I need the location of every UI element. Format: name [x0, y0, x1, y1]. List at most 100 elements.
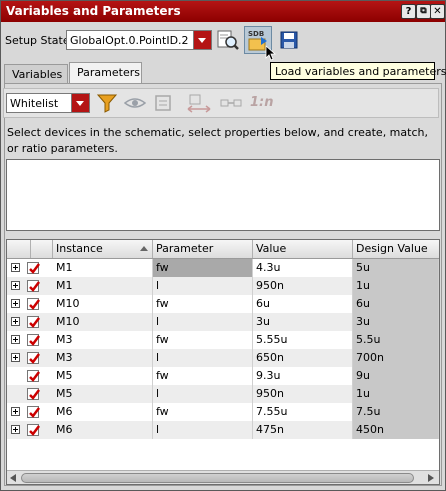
- value-cell[interactable]: 3u: [253, 313, 353, 331]
- value-cell[interactable]: 475n: [253, 421, 353, 439]
- value-cell[interactable]: 7.55u: [253, 403, 353, 421]
- design-value-cell[interactable]: 700n: [353, 349, 439, 367]
- value-cell[interactable]: 950n: [253, 385, 353, 403]
- row-checkbox[interactable]: [27, 280, 40, 292]
- svg-text:SDB: SDB: [248, 30, 264, 38]
- parameter-cell[interactable]: fw: [153, 295, 253, 313]
- value-cell[interactable]: 950n: [253, 277, 353, 295]
- parameter-cell[interactable]: l: [153, 421, 253, 439]
- instance-cell[interactable]: M1: [53, 277, 153, 295]
- chevron-down-icon[interactable]: [193, 31, 211, 49]
- parameter-cell[interactable]: fw: [153, 259, 253, 277]
- value-cell[interactable]: 5.55u: [253, 331, 353, 349]
- design-value-cell[interactable]: 6u: [353, 295, 439, 313]
- design-value-cell[interactable]: 9u: [353, 367, 439, 385]
- design-value-cell[interactable]: 1u: [353, 277, 439, 295]
- column-header-value[interactable]: Value: [253, 240, 353, 258]
- filter-icon[interactable]: [96, 93, 118, 113]
- expand-column-header: [7, 240, 31, 258]
- row-checkbox[interactable]: [27, 298, 40, 310]
- expand-icon[interactable]: [11, 407, 20, 416]
- instance-cell[interactable]: M5: [53, 385, 153, 403]
- restore-button[interactable]: ⧉: [416, 4, 431, 19]
- row-checkbox[interactable]: [27, 352, 40, 364]
- table-row[interactable]: M6 fw 7.55u 7.5u: [7, 403, 439, 421]
- instance-cell[interactable]: M6: [53, 421, 153, 439]
- setup-state-combo[interactable]: GlobalOpt.0.PointID.2: [66, 30, 212, 50]
- parameter-cell[interactable]: fw: [153, 331, 253, 349]
- design-value-cell[interactable]: 5.5u: [353, 331, 439, 349]
- help-button[interactable]: ?: [401, 4, 416, 19]
- match-parameter-icon[interactable]: [186, 94, 212, 114]
- value-cell[interactable]: 4.3u: [253, 259, 353, 277]
- expand-icon[interactable]: [11, 353, 20, 362]
- eye-icon[interactable]: [123, 95, 147, 111]
- column-header-parameter[interactable]: Parameter: [153, 240, 253, 258]
- parameter-cell[interactable]: fw: [153, 403, 253, 421]
- table-row[interactable]: M5 fw 9.3u 9u: [7, 367, 439, 385]
- parameter-cell[interactable]: l: [153, 277, 253, 295]
- horizontal-scrollbar[interactable]: [7, 470, 439, 484]
- row-checkbox[interactable]: [27, 406, 40, 418]
- expand-icon[interactable]: [11, 335, 20, 344]
- link-icon[interactable]: [220, 96, 242, 110]
- table-row[interactable]: M1 fw 4.3u 5u: [7, 259, 439, 277]
- table-row[interactable]: M6 l 475n 450n: [7, 421, 439, 439]
- selection-textbox[interactable]: [6, 159, 440, 231]
- search-icon[interactable]: [216, 28, 240, 52]
- row-checkbox[interactable]: [27, 424, 40, 436]
- save-icon[interactable]: [280, 31, 298, 49]
- ratio-icon[interactable]: 1:n: [250, 95, 276, 111]
- parameters-toolbar: Whitelist 1:n: [3, 88, 439, 118]
- table-row[interactable]: M10 l 3u 3u: [7, 313, 439, 331]
- value-cell[interactable]: 6u: [253, 295, 353, 313]
- close-button[interactable]: ✕: [430, 4, 445, 19]
- instance-cell[interactable]: M5: [53, 367, 153, 385]
- expand-icon[interactable]: [11, 425, 20, 434]
- design-value-cell[interactable]: 3u: [353, 313, 439, 331]
- row-checkbox[interactable]: [27, 370, 40, 382]
- value-cell[interactable]: 650n: [253, 349, 353, 367]
- chevron-down-icon[interactable]: [71, 94, 89, 112]
- table-row[interactable]: M1 l 950n 1u: [7, 277, 439, 295]
- create-parameter-icon[interactable]: [154, 94, 174, 112]
- scroll-left-icon[interactable]: [10, 474, 16, 482]
- checkmark-icon: [29, 335, 40, 346]
- row-checkbox[interactable]: [27, 316, 40, 328]
- instance-cell[interactable]: M3: [53, 331, 153, 349]
- table-row[interactable]: M3 fw 5.55u 5.5u: [7, 331, 439, 349]
- parameter-cell[interactable]: l: [153, 349, 253, 367]
- scroll-right-icon[interactable]: [428, 474, 434, 482]
- expand-icon[interactable]: [11, 299, 20, 308]
- parameters-table: Instance Parameter Value Design Value M1…: [6, 239, 440, 485]
- design-value-cell[interactable]: 7.5u: [353, 403, 439, 421]
- expand-icon[interactable]: [11, 263, 20, 272]
- parameter-cell[interactable]: l: [153, 385, 253, 403]
- scrollbar-thumb[interactable]: [21, 473, 414, 483]
- instance-cell[interactable]: M10: [53, 313, 153, 331]
- column-header-instance[interactable]: Instance: [53, 240, 153, 258]
- instance-cell[interactable]: M6: [53, 403, 153, 421]
- expand-icon[interactable]: [11, 281, 20, 290]
- tab-variables[interactable]: Variables: [4, 64, 68, 83]
- row-checkbox[interactable]: [27, 262, 40, 274]
- row-checkbox[interactable]: [27, 334, 40, 346]
- expand-icon[interactable]: [11, 317, 20, 326]
- table-row[interactable]: M3 l 650n 700n: [7, 349, 439, 367]
- parameter-cell[interactable]: l: [153, 313, 253, 331]
- row-checkbox[interactable]: [27, 388, 40, 400]
- parameter-cell[interactable]: fw: [153, 367, 253, 385]
- table-row[interactable]: M10 fw 6u 6u: [7, 295, 439, 313]
- design-value-cell[interactable]: 5u: [353, 259, 439, 277]
- instance-cell[interactable]: M3: [53, 349, 153, 367]
- title-bar[interactable]: Variables and Parameters ? ⧉ ✕: [1, 1, 445, 22]
- design-value-cell[interactable]: 450n: [353, 421, 439, 439]
- filter-combo[interactable]: Whitelist: [6, 93, 90, 113]
- table-row[interactable]: M5 l 950n 1u: [7, 385, 439, 403]
- design-value-cell[interactable]: 1u: [353, 385, 439, 403]
- instance-cell[interactable]: M1: [53, 259, 153, 277]
- value-cell[interactable]: 9.3u: [253, 367, 353, 385]
- column-header-design-value[interactable]: Design Value: [353, 240, 439, 258]
- instance-cell[interactable]: M10: [53, 295, 153, 313]
- tab-parameters[interactable]: Parameters: [69, 62, 142, 83]
